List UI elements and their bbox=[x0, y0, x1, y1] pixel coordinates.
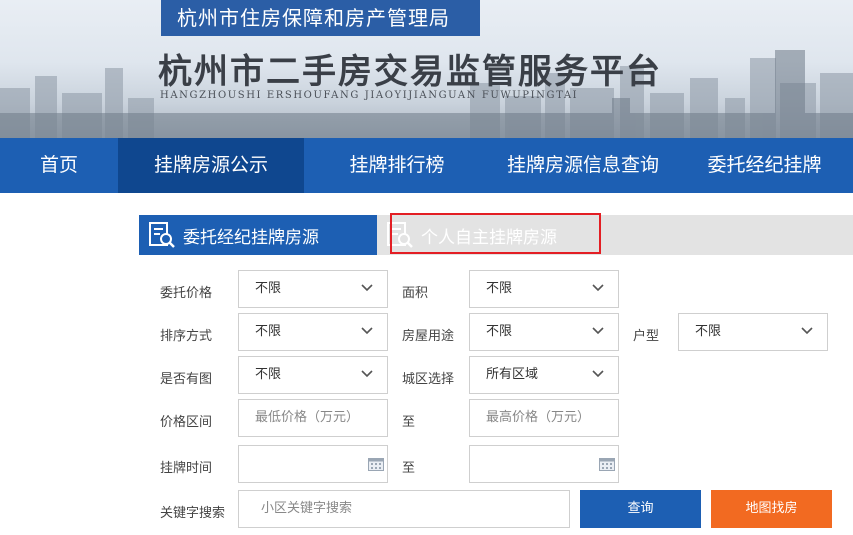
commission-price-select[interactable]: 不限 bbox=[238, 270, 388, 308]
listing-end-date-input[interactable] bbox=[469, 445, 619, 483]
listing-time-to: 至 bbox=[402, 461, 416, 476]
usage-select[interactable]: 不限 bbox=[469, 313, 619, 351]
chevron-down-icon bbox=[592, 284, 604, 292]
area-value: 不限 bbox=[486, 281, 513, 296]
keyword-placeholder: 小区关键字搜索 bbox=[261, 501, 353, 516]
calendar-icon[interactable] bbox=[599, 457, 615, 471]
highlight-box bbox=[390, 213, 601, 254]
calendar-icon[interactable] bbox=[368, 457, 384, 471]
query-button[interactable]: 查询 bbox=[580, 490, 701, 528]
nav-agent-listing[interactable]: 委托经纪挂牌 bbox=[676, 138, 853, 193]
main-nav: 首页 挂牌房源公示 挂牌排行榜 挂牌房源信息查询 委托经纪挂牌 bbox=[0, 138, 853, 193]
district-label: 城区选择 bbox=[402, 372, 455, 387]
price-range-to: 至 bbox=[402, 415, 416, 430]
layout-select[interactable]: 不限 bbox=[678, 313, 828, 351]
layout-value: 不限 bbox=[695, 324, 722, 339]
usage-label: 房屋用途 bbox=[402, 329, 455, 344]
tab-agent-listings[interactable]: 委托经纪挂牌房源 bbox=[139, 215, 377, 255]
commission-price-label: 委托价格 bbox=[160, 286, 213, 301]
nav-listing-query[interactable]: 挂牌房源信息查询 bbox=[490, 138, 676, 193]
chevron-down-icon bbox=[361, 284, 373, 292]
chevron-down-icon bbox=[361, 370, 373, 378]
has-image-select[interactable]: 不限 bbox=[238, 356, 388, 394]
district-select[interactable]: 所有区域 bbox=[469, 356, 619, 394]
sort-label: 排序方式 bbox=[160, 329, 213, 344]
max-price-placeholder: 最高价格（万元） bbox=[486, 410, 591, 425]
chevron-down-icon bbox=[592, 327, 604, 335]
commission-price-value: 不限 bbox=[255, 281, 282, 296]
nav-listing-ranking[interactable]: 挂牌排行榜 bbox=[304, 138, 490, 193]
nav-home[interactable]: 首页 bbox=[0, 138, 118, 193]
max-price-input[interactable]: 最高价格（万元） bbox=[469, 399, 619, 437]
keyword-label: 关键字搜索 bbox=[160, 506, 226, 521]
area-select[interactable]: 不限 bbox=[469, 270, 619, 308]
sort-select[interactable]: 不限 bbox=[238, 313, 388, 351]
sort-value: 不限 bbox=[255, 324, 282, 339]
min-price-placeholder: 最低价格（万元） bbox=[255, 410, 360, 425]
platform-title: 杭州市二手房交易监管服务平台 bbox=[158, 52, 662, 92]
listing-start-date-input[interactable] bbox=[238, 445, 388, 483]
layout-label: 户型 bbox=[633, 329, 660, 344]
listing-time-label: 挂牌时间 bbox=[160, 461, 213, 476]
usage-value: 不限 bbox=[486, 324, 513, 339]
keyword-search-input[interactable]: 小区关键字搜索 bbox=[238, 490, 570, 528]
bureau-name: 杭州市住房保障和房产管理局 bbox=[161, 0, 480, 36]
has-image-label: 是否有图 bbox=[160, 372, 213, 387]
tab-agent-listings-label: 委托经纪挂牌房源 bbox=[183, 227, 319, 248]
nav-listing-publicity[interactable]: 挂牌房源公示 bbox=[118, 138, 304, 193]
chevron-down-icon bbox=[592, 370, 604, 378]
chevron-down-icon bbox=[801, 327, 813, 335]
document-search-icon bbox=[149, 222, 175, 248]
has-image-value: 不限 bbox=[255, 367, 282, 382]
district-value: 所有区域 bbox=[486, 367, 539, 382]
chevron-down-icon bbox=[361, 327, 373, 335]
price-range-label: 价格区间 bbox=[160, 415, 213, 430]
platform-pinyin: HANGZHOUSHI ERSHOUFANG JIAOYIJIANGUAN FU… bbox=[160, 90, 579, 101]
header-banner: 杭州市住房保障和房产管理局 杭州市二手房交易监管服务平台 HANGZHOUSHI… bbox=[0, 0, 853, 138]
map-search-button[interactable]: 地图找房 bbox=[711, 490, 832, 528]
min-price-input[interactable]: 最低价格（万元） bbox=[238, 399, 388, 437]
area-label: 面积 bbox=[402, 286, 429, 301]
